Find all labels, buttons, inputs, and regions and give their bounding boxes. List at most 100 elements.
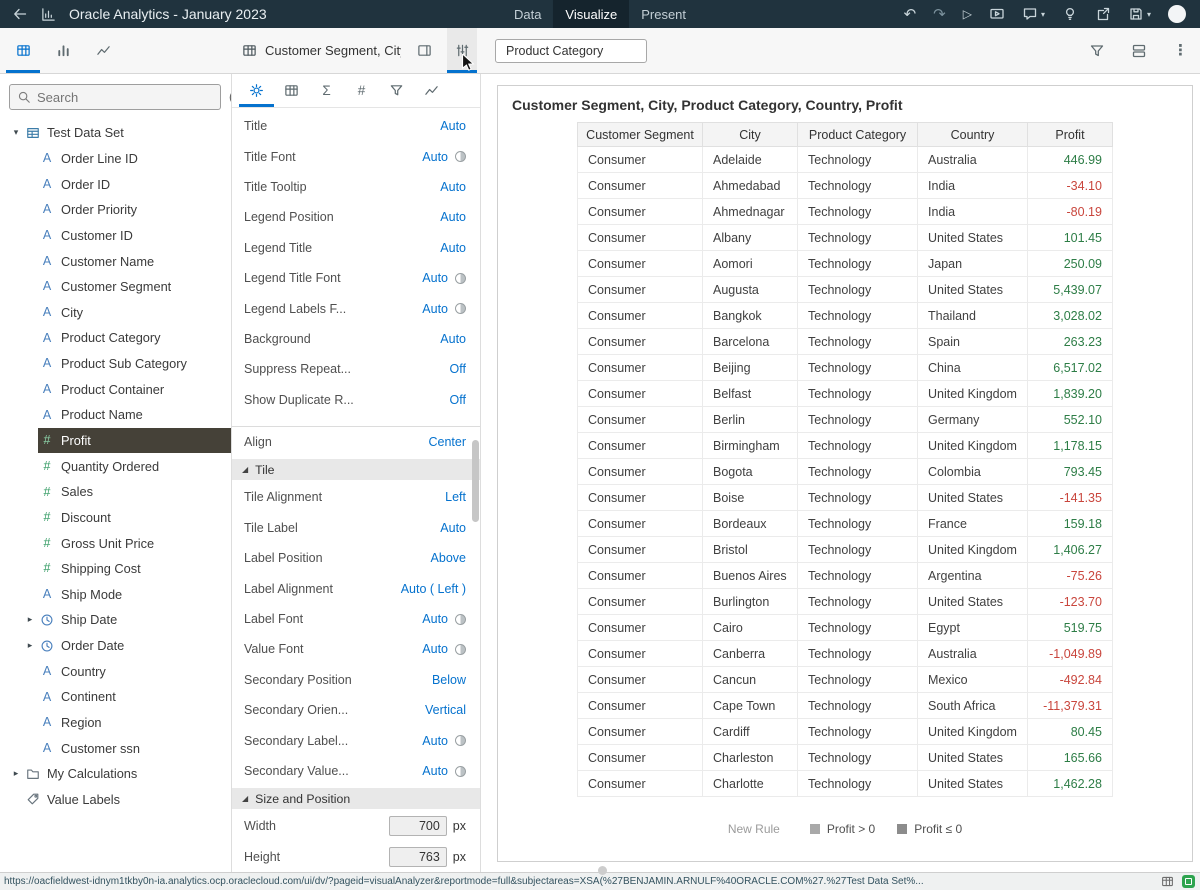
table-row[interactable]: Consumer Beijing Technology China 6,517.… (578, 355, 1113, 381)
font-override-icon[interactable] (455, 644, 466, 655)
property-value[interactable]: Auto (440, 119, 466, 133)
tree-item[interactable]: ▸ My Calculations (0, 761, 231, 787)
property-value[interactable]: Auto (440, 241, 466, 255)
expand-closed-icon[interactable]: ▸ (14, 769, 19, 778)
tree-item[interactable]: A Order ID (0, 171, 231, 197)
tree-item[interactable]: A Ship Mode (0, 582, 231, 608)
properties-tab[interactable] (239, 74, 274, 107)
tree-item[interactable]: ▸ Order Date (0, 633, 231, 659)
property-value[interactable]: Auto (440, 210, 466, 224)
table-row[interactable]: Consumer Buenos Aires Technology Argenti… (578, 563, 1113, 589)
table-row[interactable]: Consumer Bristol Technology United Kingd… (578, 537, 1113, 563)
property-value[interactable]: Left (445, 490, 466, 504)
topbar-menu-item[interactable]: Visualize (553, 0, 629, 28)
legend-item[interactable]: Profit ≤ 0 (897, 822, 962, 836)
tree-item[interactable]: Value Labels (0, 787, 231, 813)
font-override-icon[interactable] (455, 614, 466, 625)
back-icon[interactable] (12, 6, 28, 22)
property-value[interactable]: Auto (440, 521, 466, 535)
tree-item[interactable]: A Product Name (0, 402, 231, 428)
tree-item[interactable]: A Order Line ID (0, 146, 231, 172)
table-row[interactable]: Consumer Albany Technology United States… (578, 225, 1113, 251)
table-row[interactable]: Consumer Birmingham Technology United Ki… (578, 433, 1113, 459)
canvas-settings-icon[interactable] (1131, 43, 1147, 59)
tree-item[interactable]: ▾ Test Data Set (0, 120, 231, 146)
property-value[interactable]: Auto (422, 271, 448, 285)
table-row[interactable]: Consumer Bangkok Technology Thailand 3,0… (578, 303, 1113, 329)
topbar-menu-item[interactable]: Present (629, 0, 698, 28)
table-row[interactable]: Consumer Ahmedabad Technology India -34.… (578, 173, 1113, 199)
present-screen-icon[interactable] (989, 6, 1005, 22)
tree-item[interactable]: A Country (0, 658, 231, 684)
font-override-icon[interactable] (455, 766, 466, 777)
tree-item[interactable]: # Profit (0, 428, 231, 454)
column-header[interactable]: Country (918, 123, 1028, 147)
run-icon[interactable]: ▷ (963, 8, 972, 20)
table-row[interactable]: Consumer Cape Town Technology South Afri… (578, 693, 1113, 719)
tree-item[interactable]: # Discount (0, 505, 231, 531)
table-row[interactable]: Consumer Belfast Technology United Kingd… (578, 381, 1113, 407)
column-header[interactable]: Customer Segment (578, 123, 703, 147)
column-header[interactable]: Product Category (798, 123, 918, 147)
comments-menu[interactable]: ▾ (1022, 6, 1045, 22)
table-row[interactable]: Consumer Aomori Technology Japan 250.09 (578, 251, 1113, 277)
table-row[interactable]: Consumer Adelaide Technology Australia 4… (578, 147, 1113, 173)
properties-tab[interactable]: # (344, 74, 379, 107)
tree-item[interactable]: A Customer ID (0, 223, 231, 249)
table-row[interactable]: Consumer Cardiff Technology United Kingd… (578, 719, 1113, 745)
table-row[interactable]: Consumer Barcelona Technology Spain 263.… (578, 329, 1113, 355)
property-value[interactable]: Auto ( Left ) (401, 582, 466, 596)
property-value[interactable]: Below (432, 673, 466, 687)
font-override-icon[interactable] (455, 151, 466, 162)
table-row[interactable]: Consumer Berlin Technology Germany 552.1… (578, 407, 1113, 433)
undo-icon[interactable]: ↶ (904, 7, 917, 22)
column-header[interactable]: Profit (1027, 123, 1112, 147)
expand-open-icon[interactable]: ▾ (14, 128, 19, 137)
tree-item[interactable]: # Gross Unit Price (0, 530, 231, 556)
table-row[interactable]: Consumer Charlotte Technology United Sta… (578, 771, 1113, 797)
legend-item[interactable]: Profit > 0 (810, 822, 875, 836)
property-value[interactable]: Auto (422, 734, 448, 748)
tree-item[interactable]: ▸ Ship Date (0, 607, 231, 633)
tree-item[interactable]: A Order Priority (0, 197, 231, 223)
tree-item[interactable]: A Customer Segment (0, 274, 231, 300)
property-value[interactable]: Vertical (425, 703, 466, 717)
property-value[interactable]: Above (431, 551, 466, 565)
properties-tab[interactable] (414, 74, 449, 107)
property-value[interactable]: Auto (422, 612, 448, 626)
properties-tab[interactable] (379, 74, 414, 107)
table-row[interactable]: Consumer Bordeaux Technology France 159.… (578, 511, 1113, 537)
tree-item[interactable]: A City (0, 299, 231, 325)
font-override-icon[interactable] (455, 273, 466, 284)
status-grid-icon[interactable] (1161, 875, 1174, 888)
table-row[interactable]: Consumer Bogota Technology Colombia 793.… (578, 459, 1113, 485)
tree-item[interactable]: A Product Sub Category (0, 351, 231, 377)
status-extension-icon[interactable] (1182, 875, 1195, 888)
property-value[interactable]: Auto (440, 332, 466, 346)
insights-icon[interactable] (1062, 6, 1078, 22)
search-input[interactable] (37, 90, 213, 105)
property-value[interactable]: Auto (422, 302, 448, 316)
redo-icon[interactable]: ↷ (933, 7, 946, 22)
table-row[interactable]: Consumer Burlington Technology United St… (578, 589, 1113, 615)
expand-closed-icon[interactable]: ▸ (28, 641, 33, 650)
dimension-input[interactable] (389, 816, 447, 836)
font-override-icon[interactable] (455, 303, 466, 314)
tree-item[interactable]: # Sales (0, 479, 231, 505)
tree-item[interactable]: # Quantity Ordered (0, 453, 231, 479)
tree-item[interactable]: A Product Container (0, 376, 231, 402)
table-visualization[interactable]: Customer Segment, City, Product Category… (497, 85, 1193, 862)
save-menu[interactable]: ▾ (1128, 6, 1151, 22)
table-row[interactable]: Consumer Cancun Technology Mexico -492.8… (578, 667, 1113, 693)
filter-icon[interactable] (1089, 43, 1105, 59)
column-header[interactable]: City (703, 123, 798, 147)
property-value[interactable]: Auto (422, 642, 448, 656)
dimension-input[interactable] (389, 847, 447, 867)
tab-analytics[interactable] (86, 28, 120, 73)
property-section-header[interactable]: ◢ Size and Position (232, 788, 480, 809)
scrollbar-thumb[interactable] (472, 440, 479, 522)
tab-data-elements[interactable] (6, 28, 40, 73)
property-value[interactable]: Center (428, 435, 466, 449)
property-value[interactable]: Off (450, 362, 466, 376)
font-override-icon[interactable] (455, 735, 466, 746)
